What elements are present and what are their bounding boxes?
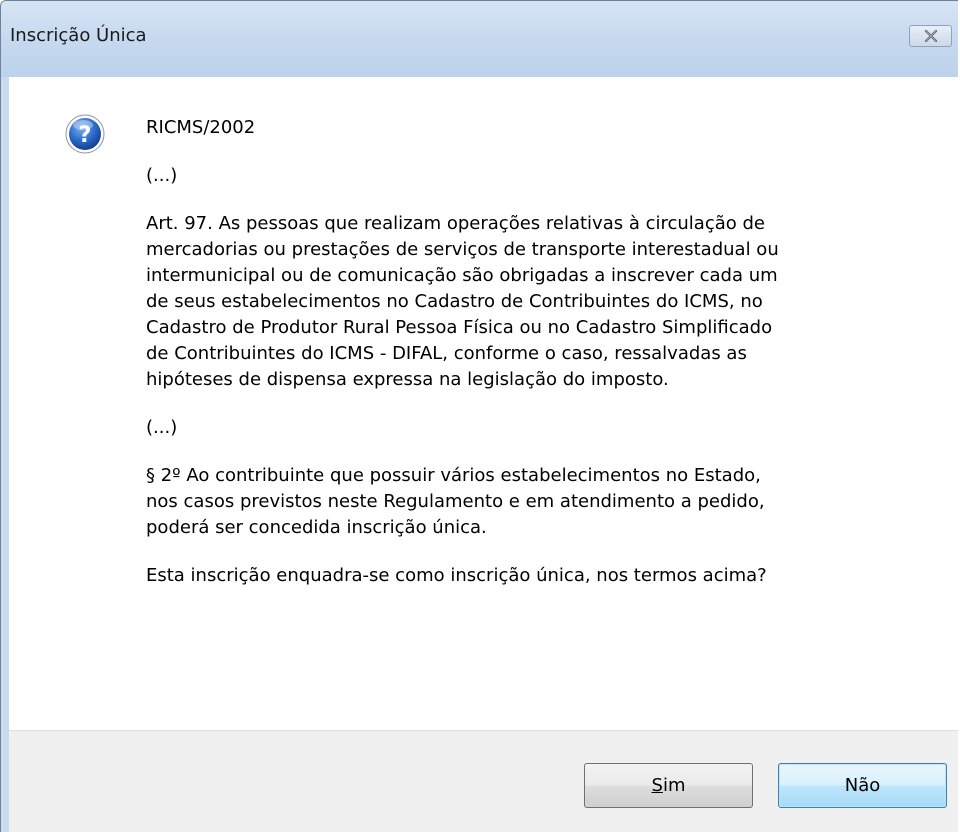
close-button[interactable] [909,25,952,47]
message-ellipsis: (...) [146,165,178,186]
message-line: mercadorias ou prestações de serviços de… [146,239,779,260]
message-line: Cadastro de Produtor Rural Pessoa Física… [146,317,773,338]
message-line: nos casos previstos neste Regulamento e … [146,491,765,512]
message-line: de seus estabelecimentos no Cadastro de … [146,291,763,312]
message-text: RICMS/2002 (...) Art. 97. As pessoas que… [146,115,926,589]
message-question: Esta inscrição enquadra-se como inscriçã… [146,565,767,586]
message-ellipsis: (...) [146,417,178,438]
question-icon: ? [65,114,105,154]
yes-mnemonic: S [651,775,663,796]
message-line: § 2º Ao contribuinte que possuir vários … [146,465,761,486]
message-line: Art. 97. As pessoas que realizam operaçõ… [146,213,765,234]
message-line: de Contribuintes do ICMS - DIFAL, confor… [146,343,747,364]
button-bar: Sim Não [9,730,958,832]
svg-text:?: ? [79,123,92,148]
dialog-window: Inscrição Única ? RICMS/2002 (...) Art. … [0,0,958,832]
message-area: ? RICMS/2002 (...) Art. 97. As pessoas q… [9,77,958,730]
message-heading: RICMS/2002 [146,117,256,138]
message-line: poderá ser concedida inscrição única. [146,517,487,538]
message-line: intermunicipal ou de comunicação são obr… [146,265,778,286]
title-bar[interactable]: Inscrição Única [1,1,958,77]
yes-label: im [662,775,686,796]
window-title: Inscrição Única [10,25,147,46]
yes-button[interactable]: Sim [584,763,753,808]
dialog-client-area: ? RICMS/2002 (...) Art. 97. As pessoas q… [9,77,958,832]
message-line: hipóteses de dispensa expressa na legisl… [146,369,669,390]
close-x-icon [924,30,938,42]
no-button[interactable]: Não [778,763,947,808]
